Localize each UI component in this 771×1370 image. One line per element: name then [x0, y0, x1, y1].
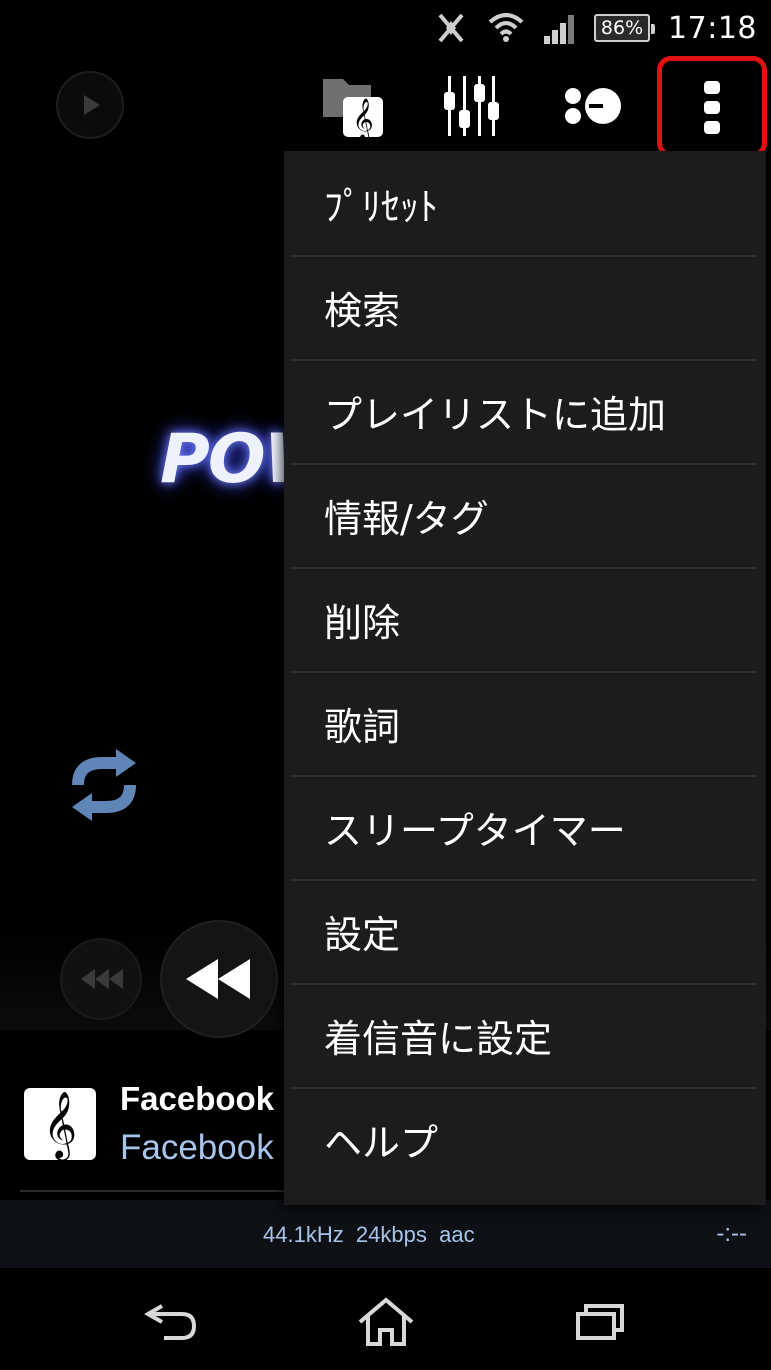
- treble-clef-icon: 𝄞: [42, 1090, 78, 1158]
- clock: 17:18: [668, 10, 757, 46]
- previous-category-button[interactable]: [60, 938, 142, 1020]
- back-button[interactable]: [132, 1294, 212, 1350]
- overflow-menu: ﾌﾟﾘｾｯﾄ 検索 プレイリストに追加 情報/タグ 削除 歌詞 スリープタイマー…: [284, 151, 766, 1205]
- menu-item-settings[interactable]: 設定: [284, 879, 766, 983]
- menu-item-set-as-ringtone[interactable]: 着信音に設定: [284, 983, 766, 1087]
- repeat-icon: [72, 749, 136, 821]
- menu-item-add-to-playlist[interactable]: プレイリストに追加: [284, 359, 766, 463]
- visualizer-icon: [565, 88, 621, 124]
- menu-item-help[interactable]: ヘルプ: [284, 1087, 766, 1191]
- track-title: Facebook: [120, 1080, 275, 1117]
- folder-music-icon: 𝄞: [323, 79, 383, 139]
- navigation-bar: [0, 1268, 771, 1370]
- album-art[interactable]: 𝄞: [24, 1088, 96, 1160]
- battery-indicator: 86%: [594, 14, 656, 42]
- recent-apps-icon: [576, 1304, 624, 1340]
- rewind-icon: [186, 959, 250, 999]
- back-icon: [144, 1304, 197, 1340]
- rewind-button[interactable]: [160, 920, 278, 1038]
- menu-item-search[interactable]: 検索: [284, 255, 766, 359]
- previous-category-icon: [81, 969, 123, 989]
- signal-icon: [544, 15, 575, 44]
- home-icon: [358, 1297, 414, 1346]
- mini-play-button[interactable]: [56, 71, 124, 139]
- status-icons: 86% 17:18: [432, 6, 757, 50]
- wifi-icon: [488, 13, 524, 42]
- equalizer-icon: [444, 76, 499, 136]
- track-artist: Facebook: [120, 1128, 274, 1167]
- overflow-menu-icon: [704, 80, 720, 134]
- menu-item-delete[interactable]: 削除: [284, 567, 766, 671]
- menu-item-preset[interactable]: ﾌﾟﾘｾｯﾄ: [284, 151, 766, 255]
- svg-text:𝄞: 𝄞: [352, 98, 373, 139]
- screen: 86% 17:18 𝄞 𝄞 Facebook Facebook 44.1kHz …: [0, 0, 771, 1370]
- menu-item-lyrics[interactable]: 歌詞: [284, 671, 766, 775]
- overflow-menu-button[interactable]: [657, 56, 767, 157]
- equalizer-button[interactable]: [430, 70, 510, 142]
- top-toolbar: 𝄞: [0, 56, 771, 157]
- nfc-disabled-icon: [438, 13, 464, 43]
- home-button[interactable]: [346, 1294, 426, 1350]
- menu-item-info-tags[interactable]: 情報/タグ: [284, 463, 766, 567]
- recent-apps-button[interactable]: [560, 1294, 640, 1350]
- repeat-button[interactable]: [66, 745, 142, 829]
- play-icon: [84, 95, 100, 115]
- format-info-bar: 44.1kHz 24kbps aac -:--: [0, 1200, 771, 1268]
- menu-item-sleep-timer[interactable]: スリープタイマー: [284, 775, 766, 879]
- time-display: -:--: [716, 1220, 747, 1247]
- status-bar: 86% 17:18: [0, 0, 771, 56]
- visualizer-button[interactable]: [550, 70, 630, 142]
- library-button[interactable]: 𝄞: [312, 70, 392, 142]
- format-info: 44.1kHz 24kbps aac: [263, 1222, 475, 1247]
